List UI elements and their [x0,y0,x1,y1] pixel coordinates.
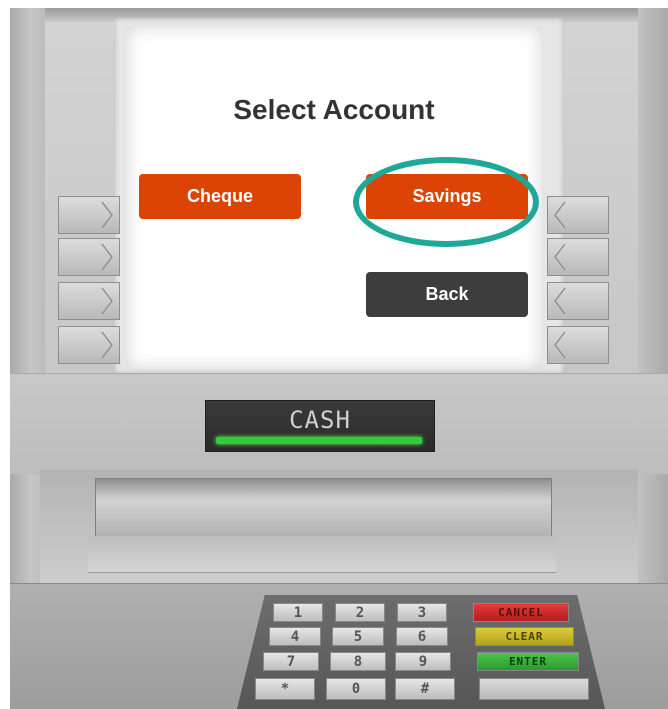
keypad-key-star[interactable]: * [255,678,315,700]
keypad-key-9[interactable]: 9 [395,652,451,671]
blank-function-key[interactable] [479,678,589,700]
keypad-key-8[interactable]: 8 [330,652,386,671]
keypad-key-2[interactable]: 2 [335,603,385,622]
screen-title: Select Account [233,94,435,125]
left-side-key-3[interactable] [58,282,120,320]
chevron-left-icon [554,287,566,315]
left-side-key-4[interactable] [58,326,120,364]
cancel-button[interactable]: CANCEL [473,603,569,622]
chevron-left-icon [554,201,566,229]
cash-label: CASH [289,406,351,434]
cheque-button[interactable]: Cheque [139,174,301,219]
keypad-key-0[interactable]: 0 [326,678,386,700]
clear-button[interactable]: CLEAR [475,627,574,646]
keypad-key-1[interactable]: 1 [273,603,323,622]
right-side-key-1[interactable] [547,196,609,234]
savings-button[interactable]: Savings [366,174,528,219]
right-side-key-4[interactable] [547,326,609,364]
tray-lip [88,536,556,573]
back-button[interactable]: Back [366,272,528,317]
chevron-left-icon [554,331,566,359]
keypad-key-3[interactable]: 3 [397,603,447,622]
cash-slot-light [216,437,422,444]
chevron-right-icon [101,331,113,359]
atm-screen: Select Account Cheque Savings Back [126,26,542,369]
keypad-key-6[interactable]: 6 [396,627,448,646]
chevron-left-icon [554,243,566,271]
left-side-key-1[interactable] [58,196,120,234]
right-side-key-2[interactable] [547,238,609,276]
receipt-tray [95,478,552,540]
chevron-right-icon [101,201,113,229]
cash-dispenser: CASH [205,400,435,452]
atm-machine: Select Account Cheque Savings Back CASH … [10,8,668,709]
chevron-right-icon [101,287,113,315]
keypad-key-7[interactable]: 7 [263,652,319,671]
keypad-key-hash[interactable]: # [395,678,455,700]
keypad-key-4[interactable]: 4 [269,627,321,646]
enter-button[interactable]: ENTER [477,652,579,671]
right-side-key-3[interactable] [547,282,609,320]
keypad-key-5[interactable]: 5 [332,627,384,646]
left-side-key-2[interactable] [58,238,120,276]
chevron-right-icon [101,243,113,271]
atm-right-rail [638,8,668,583]
